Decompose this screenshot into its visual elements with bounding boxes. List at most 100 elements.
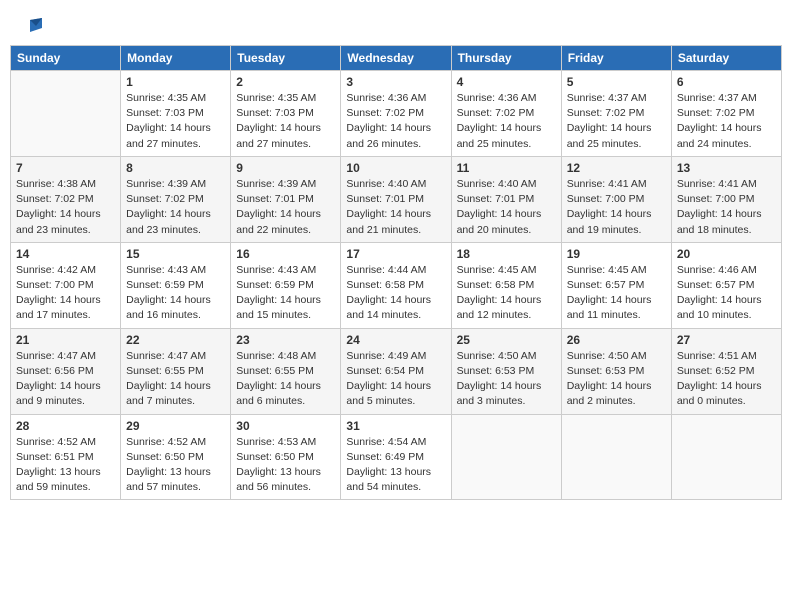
calendar-cell: 7 Sunrise: 4:38 AMSunset: 7:02 PMDaylight…	[11, 156, 121, 242]
calendar-cell: 31 Sunrise: 4:54 AMSunset: 6:49 PMDayligh…	[341, 414, 451, 500]
calendar-header: SundayMondayTuesdayWednesdayThursdayFrid…	[11, 46, 782, 71]
cell-info: Sunrise: 4:51 AMSunset: 6:52 PMDaylight:…	[677, 349, 776, 410]
day-number: 10	[346, 161, 445, 175]
calendar-cell: 21 Sunrise: 4:47 AMSunset: 6:56 PMDayligh…	[11, 328, 121, 414]
day-number: 28	[16, 419, 115, 433]
calendar-cell	[671, 414, 781, 500]
week-row-4: 21 Sunrise: 4:47 AMSunset: 6:56 PMDayligh…	[11, 328, 782, 414]
col-header-thursday: Thursday	[451, 46, 561, 71]
day-number: 2	[236, 75, 335, 89]
logo-icon	[20, 18, 42, 34]
calendar-table: SundayMondayTuesdayWednesdayThursdayFrid…	[10, 45, 782, 500]
calendar-cell	[11, 71, 121, 157]
day-number: 29	[126, 419, 225, 433]
cell-info: Sunrise: 4:47 AMSunset: 6:56 PMDaylight:…	[16, 349, 115, 410]
calendar-cell: 29Sunrise: 4:52 AMSunset: 6:50 PMDayligh…	[121, 414, 231, 500]
cell-info: Sunrise: 4:35 AMSunset: 7:03 PMDaylight:…	[236, 91, 335, 152]
calendar-cell	[561, 414, 671, 500]
calendar-cell: 16 Sunrise: 4:43 AMSunset: 6:59 PMDayligh…	[231, 242, 341, 328]
day-number: 6	[677, 75, 776, 89]
cell-info: Sunrise: 4:43 AMSunset: 6:59 PMDaylight:…	[126, 263, 225, 324]
day-number: 19	[567, 247, 666, 261]
calendar-cell: 6 Sunrise: 4:37 AMSunset: 7:02 PMDaylight…	[671, 71, 781, 157]
calendar-cell: 24Sunrise: 4:49 AMSunset: 6:54 PMDayligh…	[341, 328, 451, 414]
calendar-cell: 8Sunrise: 4:39 AMSunset: 7:02 PMDaylight…	[121, 156, 231, 242]
col-header-sunday: Sunday	[11, 46, 121, 71]
calendar-cell: 28 Sunrise: 4:52 AMSunset: 6:51 PMDayligh…	[11, 414, 121, 500]
cell-info: Sunrise: 4:52 AMSunset: 6:51 PMDaylight:…	[16, 435, 115, 496]
col-header-saturday: Saturday	[671, 46, 781, 71]
day-number: 22	[126, 333, 225, 347]
cell-info: Sunrise: 4:35 AMSunset: 7:03 PMDaylight:…	[126, 91, 225, 152]
cell-info: Sunrise: 4:48 AMSunset: 6:55 PMDaylight:…	[236, 349, 335, 410]
day-number: 7	[16, 161, 115, 175]
cell-info: Sunrise: 4:43 AMSunset: 6:59 PMDaylight:…	[236, 263, 335, 324]
calendar-cell: 25 Sunrise: 4:50 AMSunset: 6:53 PMDayligh…	[451, 328, 561, 414]
week-row-3: 14 Sunrise: 4:42 AMSunset: 7:00 PMDayligh…	[11, 242, 782, 328]
calendar-cell: 22 Sunrise: 4:47 AMSunset: 6:55 PMDayligh…	[121, 328, 231, 414]
cell-info: Sunrise: 4:54 AMSunset: 6:49 PMDaylight:…	[346, 435, 445, 496]
calendar-cell: 5 Sunrise: 4:37 AMSunset: 7:02 PMDaylight…	[561, 71, 671, 157]
calendar-cell: 13 Sunrise: 4:41 AMSunset: 7:00 PMDayligh…	[671, 156, 781, 242]
calendar-cell: 26 Sunrise: 4:50 AMSunset: 6:53 PMDayligh…	[561, 328, 671, 414]
calendar-cell: 19Sunrise: 4:45 AMSunset: 6:57 PMDayligh…	[561, 242, 671, 328]
calendar-cell: 27 Sunrise: 4:51 AMSunset: 6:52 PMDayligh…	[671, 328, 781, 414]
day-number: 14	[16, 247, 115, 261]
cell-info: Sunrise: 4:36 AMSunset: 7:02 PMDaylight:…	[457, 91, 556, 152]
calendar-cell	[451, 414, 561, 500]
week-row-5: 28 Sunrise: 4:52 AMSunset: 6:51 PMDayligh…	[11, 414, 782, 500]
cell-info: Sunrise: 4:47 AMSunset: 6:55 PMDaylight:…	[126, 349, 225, 410]
day-number: 16	[236, 247, 335, 261]
calendar-cell: 10 Sunrise: 4:40 AMSunset: 7:01 PMDayligh…	[341, 156, 451, 242]
cell-info: Sunrise: 4:38 AMSunset: 7:02 PMDaylight:…	[16, 177, 115, 238]
day-number: 3	[346, 75, 445, 89]
cell-info: Sunrise: 4:39 AMSunset: 7:01 PMDaylight:…	[236, 177, 335, 238]
day-number: 1	[126, 75, 225, 89]
day-number: 30	[236, 419, 335, 433]
calendar-cell: 20Sunrise: 4:46 AMSunset: 6:57 PMDayligh…	[671, 242, 781, 328]
day-number: 12	[567, 161, 666, 175]
day-number: 26	[567, 333, 666, 347]
week-row-2: 7 Sunrise: 4:38 AMSunset: 7:02 PMDaylight…	[11, 156, 782, 242]
cell-info: Sunrise: 4:41 AMSunset: 7:00 PMDaylight:…	[677, 177, 776, 238]
calendar-cell: 23 Sunrise: 4:48 AMSunset: 6:55 PMDayligh…	[231, 328, 341, 414]
cell-info: Sunrise: 4:53 AMSunset: 6:50 PMDaylight:…	[236, 435, 335, 496]
week-row-1: 1 Sunrise: 4:35 AMSunset: 7:03 PMDaylight…	[11, 71, 782, 157]
day-number: 13	[677, 161, 776, 175]
cell-info: Sunrise: 4:37 AMSunset: 7:02 PMDaylight:…	[677, 91, 776, 152]
day-number: 23	[236, 333, 335, 347]
page-header	[10, 10, 782, 39]
cell-info: Sunrise: 4:39 AMSunset: 7:02 PMDaylight:…	[126, 177, 225, 238]
calendar-cell: 11 Sunrise: 4:40 AMSunset: 7:01 PMDayligh…	[451, 156, 561, 242]
calendar-cell: 15 Sunrise: 4:43 AMSunset: 6:59 PMDayligh…	[121, 242, 231, 328]
calendar-cell: 2 Sunrise: 4:35 AMSunset: 7:03 PMDaylight…	[231, 71, 341, 157]
cell-info: Sunrise: 4:50 AMSunset: 6:53 PMDaylight:…	[567, 349, 666, 410]
cell-info: Sunrise: 4:42 AMSunset: 7:00 PMDaylight:…	[16, 263, 115, 324]
day-number: 27	[677, 333, 776, 347]
cell-info: Sunrise: 4:45 AMSunset: 6:58 PMDaylight:…	[457, 263, 556, 324]
cell-info: Sunrise: 4:40 AMSunset: 7:01 PMDaylight:…	[346, 177, 445, 238]
calendar-cell: 3Sunrise: 4:36 AMSunset: 7:02 PMDaylight…	[341, 71, 451, 157]
day-number: 5	[567, 75, 666, 89]
cell-info: Sunrise: 4:41 AMSunset: 7:00 PMDaylight:…	[567, 177, 666, 238]
calendar-cell: 4Sunrise: 4:36 AMSunset: 7:02 PMDaylight…	[451, 71, 561, 157]
day-number: 11	[457, 161, 556, 175]
calendar-cell: 9 Sunrise: 4:39 AMSunset: 7:01 PMDaylight…	[231, 156, 341, 242]
day-number: 15	[126, 247, 225, 261]
cell-info: Sunrise: 4:50 AMSunset: 6:53 PMDaylight:…	[457, 349, 556, 410]
cell-info: Sunrise: 4:40 AMSunset: 7:01 PMDaylight:…	[457, 177, 556, 238]
cell-info: Sunrise: 4:37 AMSunset: 7:02 PMDaylight:…	[567, 91, 666, 152]
calendar-cell: 1 Sunrise: 4:35 AMSunset: 7:03 PMDaylight…	[121, 71, 231, 157]
calendar-cell: 17Sunrise: 4:44 AMSunset: 6:58 PMDayligh…	[341, 242, 451, 328]
day-number: 20	[677, 247, 776, 261]
day-number: 17	[346, 247, 445, 261]
day-number: 9	[236, 161, 335, 175]
day-number: 31	[346, 419, 445, 433]
col-header-friday: Friday	[561, 46, 671, 71]
logo	[18, 14, 42, 35]
cell-info: Sunrise: 4:49 AMSunset: 6:54 PMDaylight:…	[346, 349, 445, 410]
day-number: 25	[457, 333, 556, 347]
col-header-tuesday: Tuesday	[231, 46, 341, 71]
calendar-cell: 18Sunrise: 4:45 AMSunset: 6:58 PMDayligh…	[451, 242, 561, 328]
day-number: 21	[16, 333, 115, 347]
